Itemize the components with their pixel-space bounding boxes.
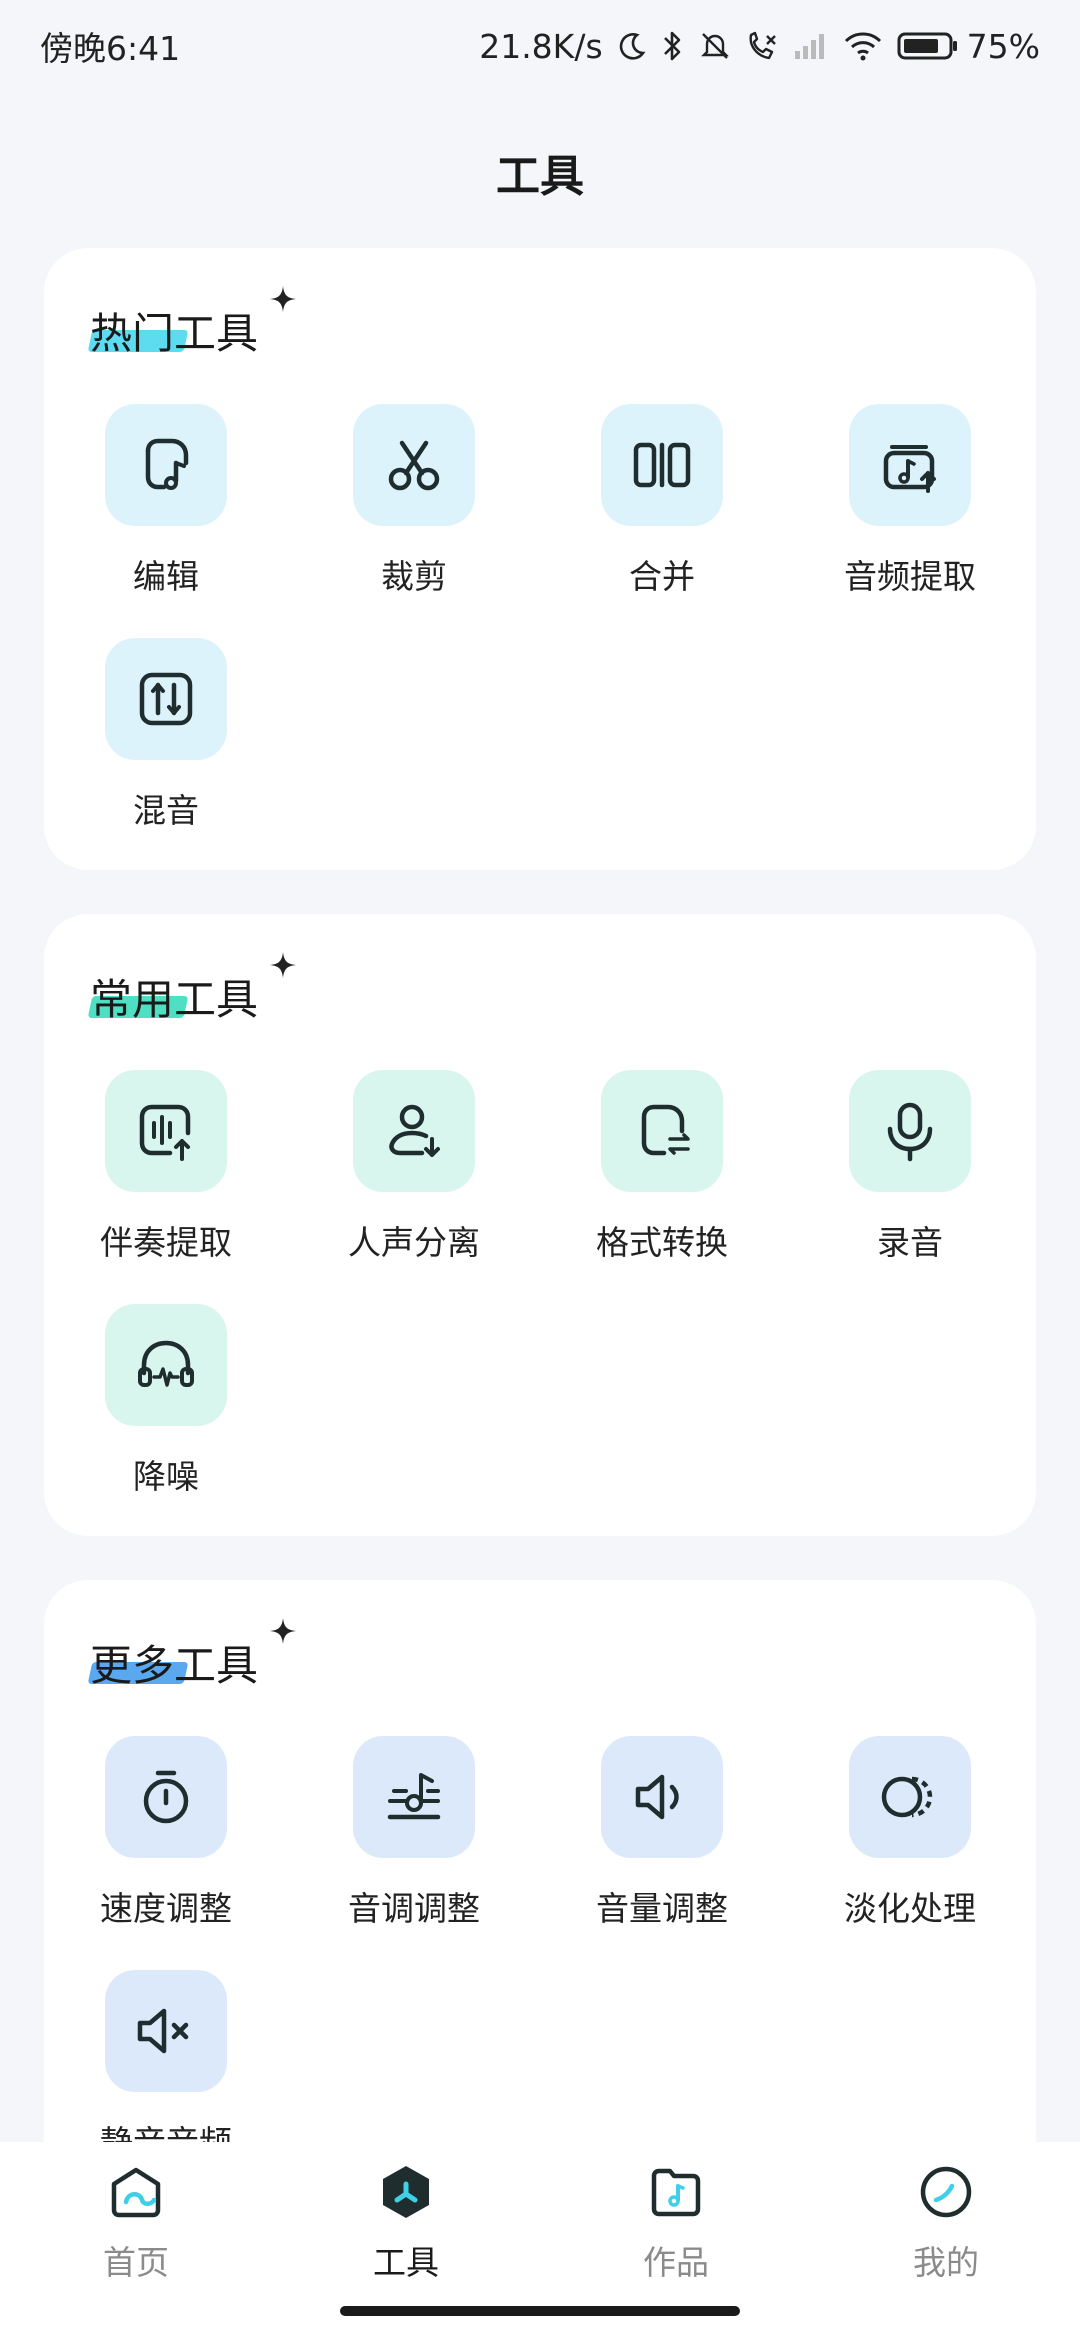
- nav-profile[interactable]: 我的: [846, 2162, 1046, 2284]
- page-title: 工具: [496, 151, 584, 202]
- edit-audio-icon: [105, 404, 227, 526]
- merge-icon: [601, 404, 723, 526]
- tool-label: 伴奏提取: [100, 1223, 232, 1262]
- tool-mute-audio[interactable]: 静音音频: [66, 1970, 266, 2170]
- bluetooth-icon: [661, 29, 685, 63]
- format-convert-icon: [601, 1070, 723, 1192]
- tool-label: 混音: [133, 791, 199, 830]
- tool-format-convert[interactable]: 格式转换: [562, 1070, 762, 1270]
- tool-label: 音调调整: [348, 1889, 480, 1928]
- tool-label: 编辑: [133, 557, 199, 596]
- signal-icon: [793, 31, 829, 61]
- tool-speed[interactable]: 速度调整: [66, 1736, 266, 1936]
- tool-label: 降噪: [133, 1457, 199, 1496]
- tool-label: 速度调整: [100, 1889, 232, 1928]
- tool-accompaniment-extract[interactable]: 伴奏提取: [66, 1070, 266, 1270]
- tool-label: 录音: [877, 1223, 943, 1262]
- tool-label: 裁剪: [381, 557, 447, 596]
- tool-cut[interactable]: 裁剪: [314, 404, 514, 604]
- nav-label: 我的: [913, 2243, 979, 2282]
- call-forward-icon: [745, 30, 779, 62]
- vocal-separate-icon: [353, 1070, 475, 1192]
- section-more-tools: 更多工具 速度调整 音调调整 音量调整 淡化处理 静音音频: [44, 1580, 1036, 2220]
- fade-icon: [849, 1736, 971, 1858]
- mixer-icon: [105, 638, 227, 760]
- nav-tools[interactable]: 工具: [306, 2162, 506, 2284]
- moon-icon: [617, 31, 647, 61]
- tool-edit[interactable]: 编辑: [66, 404, 266, 604]
- tool-label: 人声分离: [348, 1223, 480, 1262]
- nav-works[interactable]: 作品: [576, 2162, 776, 2284]
- tools-icon: [376, 2162, 436, 2226]
- section-title-wrap: 热门工具: [87, 286, 296, 360]
- section-title-wrap: 常用工具: [87, 952, 296, 1026]
- tool-label: 音量调整: [596, 1889, 728, 1928]
- tool-label: 音频提取: [844, 557, 976, 596]
- sparkle-icon: [270, 952, 296, 978]
- tool-pitch[interactable]: 音调调整: [314, 1736, 514, 1936]
- battery-percent: 75%: [966, 26, 1040, 66]
- pitch-icon: [353, 1736, 475, 1858]
- stopwatch-icon: [105, 1736, 227, 1858]
- nav-label: 首页: [103, 2243, 169, 2282]
- status-time: 傍晚6:41: [40, 29, 181, 68]
- status-icons: 21.8K/s 75%: [479, 27, 1040, 66]
- tool-label: 格式转换: [596, 1223, 728, 1262]
- network-speed: 21.8K/s: [479, 26, 603, 66]
- battery-icon: 75%: [897, 27, 1040, 66]
- tool-label: 淡化处理: [844, 1889, 976, 1928]
- headphones-icon: [105, 1304, 227, 1426]
- microphone-icon: [849, 1070, 971, 1192]
- home-icon: [106, 2162, 166, 2226]
- tool-mix[interactable]: 混音: [66, 638, 266, 838]
- tool-fade[interactable]: 淡化处理: [810, 1736, 1010, 1936]
- tool-volume[interactable]: 音量调整: [562, 1736, 762, 1936]
- section-title: 热门工具: [90, 309, 259, 358]
- tool-denoise[interactable]: 降噪: [66, 1304, 266, 1504]
- status-bar: 傍晚6:41 21.8K/s 75%: [0, 0, 1080, 92]
- mute-speaker-icon: [105, 1970, 227, 2092]
- tool-merge[interactable]: 合并: [562, 404, 762, 604]
- profile-icon: [916, 2162, 976, 2226]
- section-title-wrap: 更多工具: [87, 1618, 296, 1692]
- volume-icon: [601, 1736, 723, 1858]
- nav-home[interactable]: 首页: [36, 2162, 236, 2284]
- section-title: 常用工具: [90, 975, 259, 1024]
- sparkle-icon: [270, 286, 296, 312]
- section-common-tools: 常用工具 伴奏提取 人声分离 格式转换 录音 降噪: [44, 914, 1036, 1536]
- wifi-icon: [843, 31, 883, 61]
- tool-record[interactable]: 录音: [810, 1070, 1010, 1270]
- mute-bell-icon: [699, 30, 731, 62]
- scissors-icon: [353, 404, 475, 526]
- audio-extract-icon: [849, 404, 971, 526]
- section-title: 更多工具: [90, 1641, 259, 1690]
- works-folder-icon: [646, 2162, 706, 2226]
- tool-audio-extract[interactable]: 音频提取: [810, 404, 1010, 604]
- accompaniment-extract-icon: [105, 1070, 227, 1192]
- nav-label: 作品: [643, 2243, 709, 2282]
- home-indicator[interactable]: [340, 2306, 740, 2316]
- tool-label: 合并: [629, 557, 695, 596]
- nav-label: 工具: [373, 2243, 439, 2282]
- tool-vocal-separate[interactable]: 人声分离: [314, 1070, 514, 1270]
- sparkle-icon: [270, 1618, 296, 1644]
- section-hot-tools: 热门工具 编辑 裁剪 合并 音频提取 混音: [44, 248, 1036, 870]
